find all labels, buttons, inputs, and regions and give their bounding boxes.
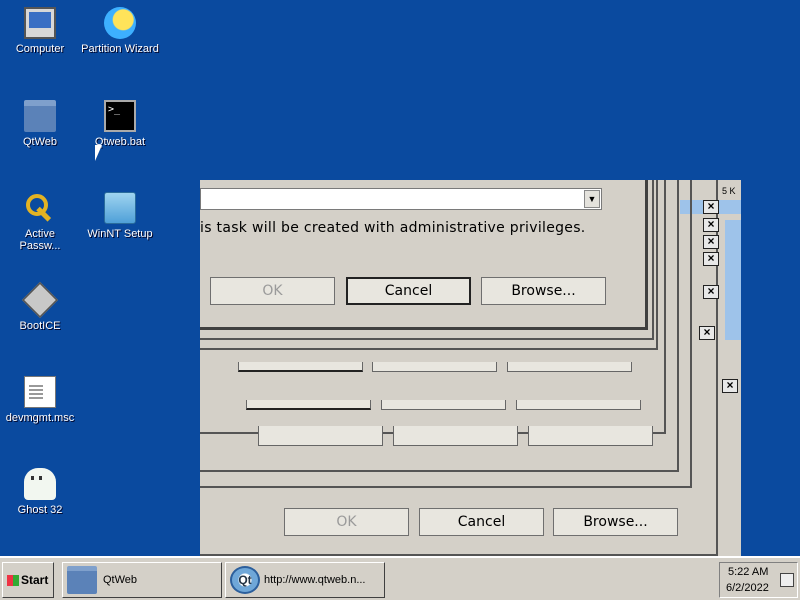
close-icon[interactable]: × bbox=[699, 326, 715, 340]
desktop-icon-label: Partition Wizard bbox=[81, 43, 159, 55]
cancel-button-lower[interactable]: Cancel bbox=[419, 508, 544, 536]
desktop-icon-qtweb[interactable]: QtWeb bbox=[0, 100, 80, 148]
start-label: Start bbox=[21, 573, 49, 587]
desktop-icon-bootice[interactable]: BootICE bbox=[0, 281, 80, 332]
qt-browser-icon: Qt bbox=[230, 566, 260, 594]
desktop-icon-active-password[interactable]: Active Passw... bbox=[0, 192, 80, 252]
batch-file-icon: >_ bbox=[104, 100, 136, 132]
dialog-trail-stripe bbox=[725, 220, 741, 340]
desktop-icon-label: WinNT Setup bbox=[87, 228, 153, 240]
close-icon[interactable]: × bbox=[703, 200, 719, 214]
close-icon[interactable]: × bbox=[703, 235, 719, 249]
desktop-icon-label: Ghost 32 bbox=[17, 504, 63, 516]
cancel-button-trail bbox=[393, 426, 518, 446]
ok-button[interactable]: OK bbox=[210, 277, 335, 305]
setup-icon bbox=[104, 192, 136, 224]
desktop-icon-label: Computer bbox=[15, 43, 65, 55]
desktop-icon-label: QtWeb bbox=[22, 136, 58, 148]
taskbar: Start QtWeb Qt http://www.qtweb.n... 5:2… bbox=[0, 556, 800, 600]
browse-button-trail bbox=[507, 362, 632, 372]
desktop-icon-label: devmgmt.msc bbox=[5, 412, 75, 424]
run-dialog-trail: ▼ is task will be created with administr… bbox=[200, 180, 741, 556]
desktop-icon-computer[interactable]: Computer bbox=[0, 7, 80, 55]
computer-icon bbox=[24, 7, 56, 39]
desktop-icon-qtweb-bat[interactable]: >_ Qtweb.bat bbox=[80, 100, 160, 148]
close-icon[interactable]: × bbox=[722, 379, 738, 393]
system-tray: 5:22 AM 6/2/2022 bbox=[719, 562, 798, 598]
start-button[interactable]: Start bbox=[2, 562, 54, 598]
document-icon bbox=[24, 376, 56, 408]
ok-button-trail bbox=[258, 426, 383, 446]
clock-time[interactable]: 5:22 AM bbox=[728, 566, 768, 578]
desktop-icon-ghost32[interactable]: Ghost 32 bbox=[0, 468, 80, 516]
taskbar-item-label: http://www.qtweb.n... bbox=[264, 574, 366, 586]
desktop-icon-devmgmt[interactable]: devmgmt.msc bbox=[0, 376, 80, 424]
bootice-icon bbox=[21, 281, 59, 319]
folder-icon bbox=[24, 100, 56, 132]
taskbar-item-browser[interactable]: Qt http://www.qtweb.n... bbox=[225, 562, 385, 598]
mouse-pointer-icon bbox=[95, 145, 102, 161]
key-icon bbox=[24, 192, 56, 224]
browse-button-trail bbox=[516, 400, 641, 410]
ok-button-lower[interactable]: OK bbox=[284, 508, 409, 536]
browse-button[interactable]: Browse... bbox=[481, 277, 606, 305]
tray-icon[interactable] bbox=[780, 573, 794, 587]
desktop-icon-winnt-setup[interactable]: WinNT Setup bbox=[80, 192, 160, 240]
admin-privileges-message: is task will be created with administrat… bbox=[200, 220, 586, 236]
desktop-icon-label: Active Passw... bbox=[19, 228, 61, 252]
windows-flag-icon bbox=[7, 575, 19, 587]
clock-date[interactable]: 6/2/2022 bbox=[726, 582, 769, 594]
desktop: Computer Partition Wizard QtWeb >_ Qtweb… bbox=[0, 0, 800, 556]
taskbar-item-label: QtWeb bbox=[103, 574, 138, 586]
ok-button-trail bbox=[238, 362, 363, 372]
ok-button-trail bbox=[246, 400, 371, 410]
close-icon[interactable]: × bbox=[703, 252, 719, 266]
ghost-icon bbox=[24, 468, 56, 500]
run-command-combobox[interactable]: ▼ bbox=[200, 188, 602, 210]
chevron-down-icon[interactable]: ▼ bbox=[584, 190, 600, 208]
browse-button-trail bbox=[528, 426, 653, 446]
cancel-button-trail bbox=[381, 400, 506, 410]
desktop-icon-label: BootICE bbox=[19, 320, 61, 332]
browse-button-lower[interactable]: Browse... bbox=[553, 508, 678, 536]
partition-wizard-icon bbox=[104, 7, 136, 39]
cancel-button-trail bbox=[372, 362, 497, 372]
window-fragment-text: 5 K bbox=[722, 186, 736, 196]
desktop-icon-partition-wizard[interactable]: Partition Wizard bbox=[80, 7, 160, 55]
cancel-button[interactable]: Cancel bbox=[346, 277, 471, 305]
close-icon[interactable]: × bbox=[703, 285, 719, 299]
desktop-icon-label: Qtweb.bat bbox=[94, 136, 146, 148]
taskbar-item-qtweb[interactable]: QtWeb bbox=[62, 562, 222, 598]
folder-icon bbox=[67, 566, 97, 594]
close-icon[interactable]: × bbox=[703, 218, 719, 232]
